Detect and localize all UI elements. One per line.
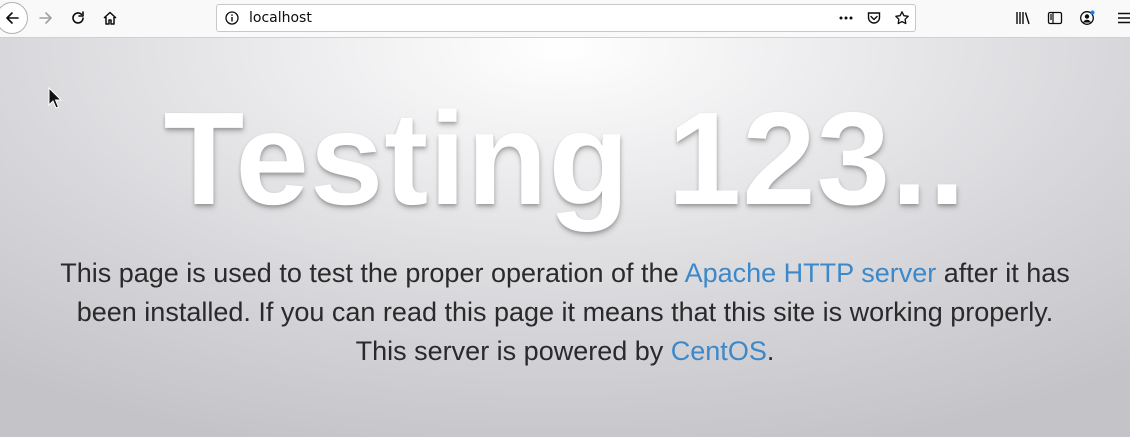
page-content: Testing 123.. This page is used to test … (0, 38, 1130, 437)
forward-button[interactable] (32, 4, 60, 32)
sidebar-icon (1047, 11, 1063, 25)
home-button[interactable] (96, 4, 124, 32)
page-description: This page is used to test the proper ope… (60, 254, 1070, 371)
more-horizontal-icon[interactable] (837, 9, 855, 27)
url-text[interactable]: localhost (249, 10, 312, 26)
library-button[interactable] (1009, 4, 1037, 32)
library-icon (1016, 12, 1030, 25)
apache-link[interactable]: Apache HTTP server (685, 258, 937, 288)
menu-button[interactable] (1110, 4, 1130, 32)
url-bar[interactable]: localhost (216, 4, 916, 32)
reload-button[interactable] (64, 4, 92, 32)
back-arrow-icon (6, 12, 19, 24)
centos-link[interactable]: CentOS (671, 336, 767, 366)
description-text-1: This page is used to test the proper ope… (60, 258, 685, 288)
account-icon (1080, 10, 1095, 25)
reload-icon (72, 11, 84, 24)
page-title: Testing 123.. (163, 85, 967, 232)
info-icon[interactable] (223, 9, 241, 27)
star-icon[interactable] (893, 9, 911, 27)
browser-toolbar: localhost (0, 0, 1130, 38)
pocket-icon[interactable] (865, 9, 883, 27)
mouse-cursor-icon (48, 87, 62, 109)
forward-arrow-icon (39, 12, 52, 24)
hamburger-menu-icon (1118, 12, 1130, 24)
description-end: . (766, 336, 775, 366)
sidebar-button[interactable] (1041, 4, 1069, 32)
back-button[interactable] (0, 2, 28, 34)
account-button[interactable] (1073, 4, 1101, 32)
home-icon (103, 11, 117, 25)
